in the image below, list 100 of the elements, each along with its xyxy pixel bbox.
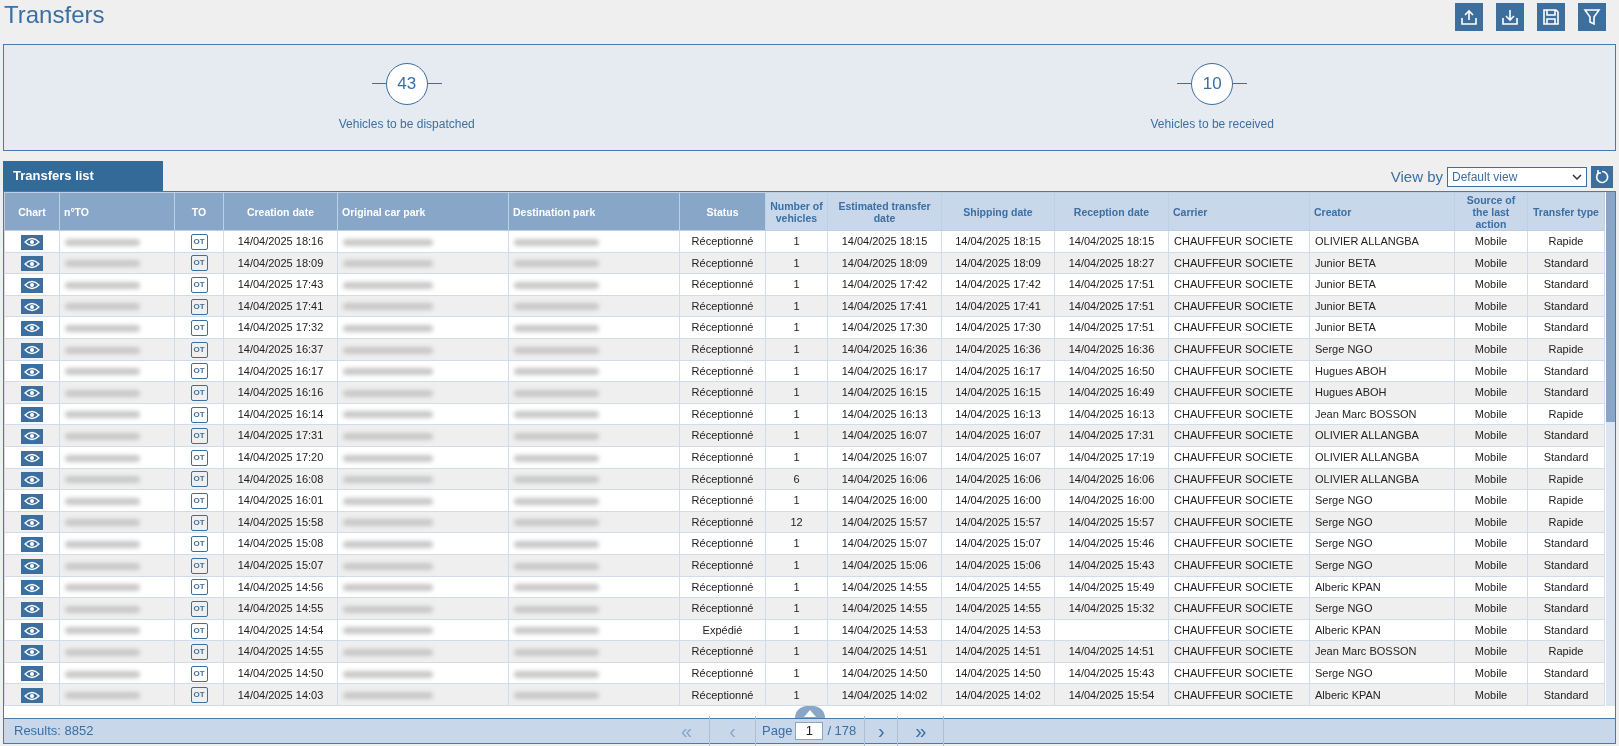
table-cell: 14/04/2025 16:17 — [223, 360, 338, 382]
table-cell: 1 — [765, 381, 828, 404]
table-cell: 14/04/2025 17:41 — [827, 295, 942, 317]
document-icon[interactable]: OT — [190, 644, 208, 661]
column-header[interactable]: Status — [679, 192, 766, 231]
table-cell: Réceptionné — [679, 360, 766, 382]
table-cell: Expédié — [679, 619, 766, 641]
table-cell: 14/04/2025 15:07 — [223, 554, 338, 576]
document-icon[interactable]: OT — [190, 298, 208, 315]
document-icon[interactable]: OT — [190, 341, 208, 358]
document-icon[interactable]: OT — [190, 255, 208, 272]
table-cell: 1 — [765, 273, 828, 296]
table-cell: Mobile — [1454, 295, 1528, 317]
table-cell: Mobile — [1454, 554, 1528, 576]
table-cell: 1 — [765, 230, 828, 253]
column-header[interactable]: n°TO — [59, 192, 175, 231]
page-input[interactable]: 1 — [795, 722, 824, 740]
next-page-button[interactable]: › — [864, 716, 899, 746]
table-cell: Serge NGO — [1309, 554, 1455, 576]
table-cell: Mobile — [1454, 683, 1528, 706]
table-cell: OLIVIER ALLANGBA — [1309, 230, 1455, 253]
table-cell: 14/04/2025 17:30 — [941, 316, 1055, 339]
table-cell: Junior BETA — [1309, 252, 1455, 274]
column-header[interactable]: Transfer type — [1527, 192, 1605, 231]
table-cell: 14/04/2025 16:13 — [827, 403, 942, 425]
column-header[interactable]: Number of vehicles — [765, 192, 828, 231]
table-cell: CHAUFFEUR SOCIETE — [1168, 316, 1310, 339]
column-header[interactable]: Creation date — [223, 192, 338, 231]
table-cell: 14/04/2025 17:20 — [223, 446, 338, 469]
document-icon[interactable]: OT — [190, 233, 208, 250]
column-header[interactable]: Estimated transfer date — [827, 192, 942, 231]
table-cell: CHAUFFEUR SOCIETE — [1168, 230, 1310, 253]
column-header[interactable]: Reception date — [1054, 192, 1169, 231]
table-cell: Mobile — [1454, 619, 1528, 641]
table-cell: CHAUFFEUR SOCIETE — [1168, 683, 1310, 706]
table-cell: 14/04/2025 17:41 — [223, 295, 338, 317]
list-tab[interactable]: Transfers list — [3, 161, 163, 191]
document-icon[interactable]: OT — [190, 277, 208, 294]
table-cell: 14/04/2025 16:06 — [827, 468, 942, 490]
table-cell: OLIVIER ALLANGBA — [1309, 446, 1455, 469]
table-cell: Rapide — [1527, 338, 1605, 361]
table-cell: 14/04/2025 14:53 — [941, 619, 1055, 641]
document-icon[interactable]: OT — [190, 687, 208, 704]
table-cell: 14/04/2025 15:43 — [1054, 662, 1169, 684]
table-cell: 14/04/2025 16:50 — [1054, 360, 1169, 382]
view-by-label: View by — [1390, 166, 1443, 187]
table-cell: 14/04/2025 14:50 — [827, 662, 942, 684]
table-cell: CHAUFFEUR SOCIETE — [1168, 640, 1310, 663]
table-cell: 14/04/2025 14:51 — [941, 640, 1055, 663]
table-cell: CHAUFFEUR SOCIETE — [1168, 338, 1310, 361]
table-cell: Hugues ABOH — [1309, 360, 1455, 382]
last-page-button[interactable]: » — [898, 716, 945, 746]
column-header[interactable]: TO — [174, 192, 224, 231]
document-icon[interactable]: OT — [190, 622, 208, 639]
document-icon[interactable]: OT — [190, 665, 208, 682]
document-icon[interactable]: OT — [190, 536, 208, 553]
document-icon[interactable]: OT — [190, 557, 208, 574]
page-label: Page — [761, 722, 794, 741]
table-cell: OLIVIER ALLANGBA — [1309, 424, 1455, 447]
column-header[interactable]: Creator — [1309, 192, 1455, 231]
document-icon[interactable]: OT — [190, 514, 208, 531]
document-icon[interactable]: OT — [190, 406, 208, 423]
table-cell: 14/04/2025 16:13 — [941, 403, 1055, 425]
table-cell: 6 — [765, 468, 828, 490]
table-cell: 12 — [765, 511, 828, 533]
table-cell: Serge NGO — [1309, 489, 1455, 512]
document-icon[interactable]: OT — [190, 428, 208, 445]
document-icon[interactable]: OT — [190, 449, 208, 466]
table-cell: Standard — [1527, 619, 1605, 641]
document-icon[interactable]: OT — [190, 385, 208, 401]
table-cell: 14/04/2025 15:57 — [1054, 511, 1169, 533]
table-cell: 14/04/2025 14:55 — [827, 576, 942, 598]
table-cell: 14/04/2025 15:57 — [827, 511, 942, 533]
table-cell: Standard — [1527, 683, 1605, 706]
column-header[interactable]: Destination park — [508, 192, 680, 231]
document-icon[interactable]: OT — [190, 579, 208, 596]
column-header[interactable]: Source of the last action — [1454, 192, 1528, 231]
table-cell: OLIVIER ALLANGBA — [1309, 468, 1455, 490]
column-header[interactable]: Original car park — [337, 192, 509, 231]
table-cell: 14/04/2025 16:00 — [827, 489, 942, 512]
document-icon[interactable]: OT — [190, 600, 208, 617]
table-cell: 14/04/2025 16:15 — [827, 381, 942, 404]
table-cell: Réceptionné — [679, 683, 766, 706]
column-header[interactable]: Chart — [4, 192, 60, 231]
document-icon[interactable]: OT — [190, 471, 208, 488]
column-header[interactable]: Shipping date — [941, 192, 1055, 231]
table-cell: 14/04/2025 14:50 — [223, 662, 338, 684]
view-select[interactable]: Default view — [1447, 166, 1587, 187]
table-cell: 14/04/2025 15:07 — [827, 532, 942, 555]
document-icon[interactable]: OT — [190, 363, 208, 380]
column-header[interactable]: Carrier — [1168, 192, 1310, 231]
table-cell: Rapide — [1527, 468, 1605, 490]
table-cell: Mobile — [1454, 532, 1528, 555]
table-cell: Réceptionné — [679, 511, 766, 533]
table-cell: 14/04/2025 14:55 — [941, 576, 1055, 598]
table-cell: 14/04/2025 18:27 — [1054, 252, 1169, 274]
document-icon[interactable]: OT — [190, 492, 208, 509]
table-cell: Réceptionné — [679, 381, 766, 404]
table-cell: 14/04/2025 16:07 — [827, 424, 942, 447]
document-icon[interactable]: OT — [190, 320, 208, 337]
